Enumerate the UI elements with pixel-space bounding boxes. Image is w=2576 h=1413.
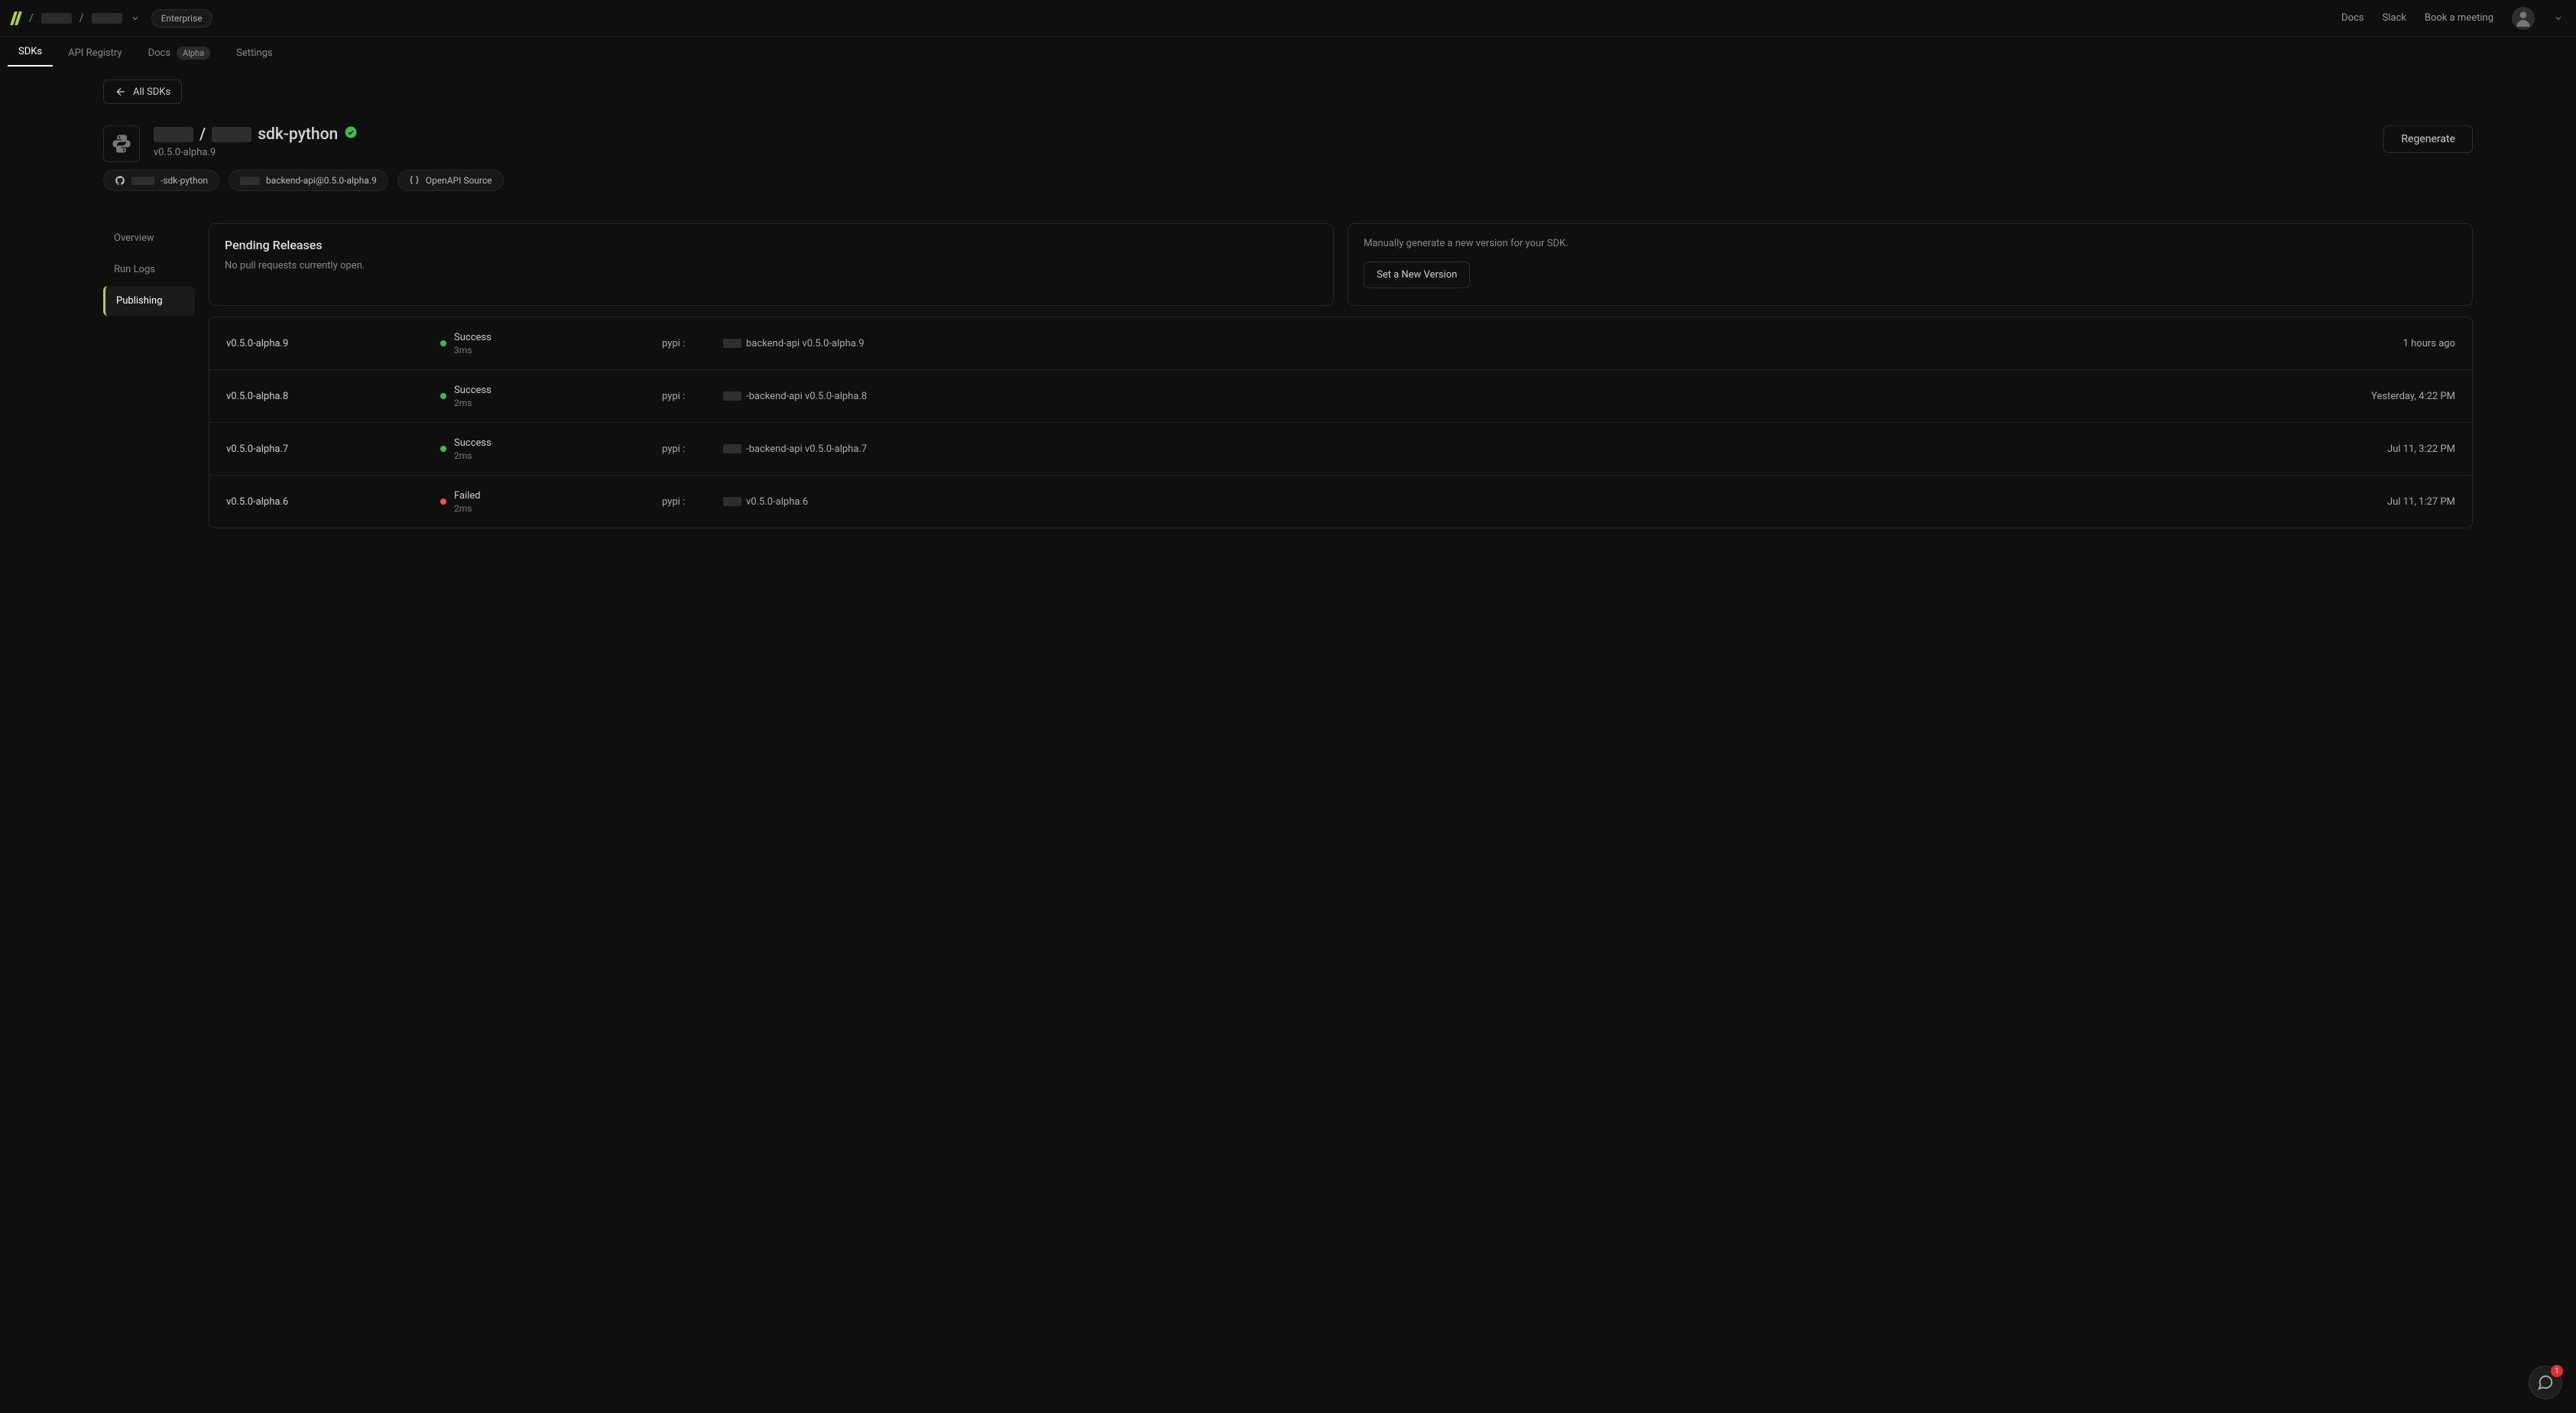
release-status: Success — [454, 385, 492, 396]
breadcrumb-separator: / — [29, 12, 34, 24]
pending-releases-card: Pending Releases No pull requests curren… — [209, 223, 1334, 306]
nav-slack[interactable]: Slack — [2383, 12, 2406, 24]
sidebar-item-run-logs[interactable]: Run Logs — [103, 255, 195, 284]
release-row[interactable]: v0.5.0-alpha.6 Failed 2ms pypi : v0.5.0-… — [209, 476, 2472, 528]
all-sdks-button[interactable]: All SDKs — [103, 80, 182, 104]
sidebar-item-overview[interactable]: Overview — [103, 223, 195, 253]
breadcrumb-project[interactable] — [92, 13, 122, 24]
tab-docs[interactable]: Docs Alpha — [138, 41, 222, 66]
chat-icon — [2537, 1374, 2554, 1391]
breadcrumb: / / — [29, 12, 141, 24]
avatar[interactable] — [2512, 7, 2535, 30]
tab-docs-label: Docs — [148, 47, 170, 59]
topbar-right: Docs Slack Book a meeting — [2341, 7, 2564, 30]
tab-settings[interactable]: Settings — [225, 41, 283, 65]
release-row[interactable]: v0.5.0-alpha.9 Success 3ms pypi : backen… — [209, 317, 2472, 370]
regenerate-button[interactable]: Regenerate — [2383, 125, 2473, 153]
release-duration: 2ms — [454, 503, 481, 514]
user-menu-chevron-icon[interactable] — [2553, 13, 2564, 24]
release-registry: pypi : — [662, 391, 723, 402]
release-duration: 2ms — [454, 450, 492, 461]
status-dot-icon — [440, 446, 446, 452]
release-table: v0.5.0-alpha.9 Success 3ms pypi : backen… — [209, 317, 2473, 528]
release-status: Failed — [454, 490, 481, 502]
release-package: -backend-api v0.5.0-alpha.8 — [746, 391, 867, 402]
tab-api-registry[interactable]: API Registry — [57, 41, 132, 65]
openapi-pill-label: OpenAPI Source — [426, 175, 492, 186]
sdk-name-suffix: sdk-python — [258, 125, 338, 144]
pending-releases-empty: No pull requests currently open. — [225, 260, 1318, 271]
github-pill-suffix: -sdk-python — [161, 175, 208, 186]
release-package: -backend-api v0.5.0-alpha.7 — [746, 443, 867, 455]
release-row[interactable]: v0.5.0-alpha.8 Success 2ms pypi : -backe… — [209, 370, 2472, 423]
alpha-badge: Alpha — [177, 47, 210, 60]
status-dot-icon — [440, 499, 446, 505]
sdk-header: / sdk-python v0.5.0-alpha.9 Regenerate — [0, 104, 2576, 170]
release-version: v0.5.0-alpha.6 — [226, 496, 440, 508]
python-icon — [103, 125, 140, 162]
pill-row: -sdk-python backend-api@0.5.0-alpha.9 Op… — [0, 170, 2576, 205]
chat-badge: 1 — [2551, 1365, 2563, 1377]
status-dot-icon — [440, 393, 446, 399]
arrow-left-icon — [115, 86, 127, 98]
release-registry: pypi : — [662, 496, 723, 508]
release-package: v0.5.0-alpha.6 — [746, 496, 808, 508]
sidebar-item-publishing[interactable]: Publishing — [103, 286, 195, 316]
set-new-version-button[interactable]: Set a New Version — [1364, 261, 1470, 288]
main-tabs: SDKs API Registry Docs Alpha Settings — [0, 37, 2576, 69]
pending-releases-title: Pending Releases — [225, 238, 1318, 252]
verified-icon — [344, 125, 358, 144]
release-version: v0.5.0-alpha.8 — [226, 391, 440, 402]
release-time: Yesterday, 4:22 PM — [2318, 391, 2455, 402]
tab-sdks[interactable]: SDKs — [8, 40, 53, 67]
release-duration: 2ms — [454, 398, 492, 408]
enterprise-badge: Enterprise — [151, 9, 213, 28]
release-time: Jul 11, 3:22 PM — [2318, 443, 2455, 455]
release-status: Success — [454, 332, 492, 343]
backend-pill-suffix: backend-api@0.5.0-alpha.9 — [266, 175, 377, 186]
nav-docs[interactable]: Docs — [2341, 12, 2363, 24]
breadcrumb-separator: / — [79, 12, 84, 24]
breadcrumb-org[interactable] — [41, 13, 72, 24]
release-registry: pypi : — [662, 443, 723, 455]
status-dot-icon — [440, 340, 446, 346]
release-package: backend-api v0.5.0-alpha.9 — [746, 338, 865, 349]
openapi-pill[interactable]: OpenAPI Source — [397, 170, 504, 191]
sdk-title-block: / sdk-python v0.5.0-alpha.9 — [154, 125, 358, 158]
chevron-down-icon[interactable] — [130, 13, 141, 24]
release-registry: pypi : — [662, 338, 723, 349]
braces-icon — [409, 175, 420, 186]
release-time: 1 hours ago — [2318, 338, 2455, 349]
manual-generate-card: Manually generate a new version for your… — [1348, 223, 2473, 306]
github-pill[interactable]: -sdk-python — [103, 170, 219, 191]
all-sdks-label: All SDKs — [133, 86, 170, 98]
sdk-title: / sdk-python — [154, 125, 358, 144]
title-separator: / — [200, 125, 206, 144]
topbar: / / Enterprise Docs Slack Book a meeting — [0, 0, 2576, 37]
release-version: v0.5.0-alpha.7 — [226, 443, 440, 455]
chat-fab[interactable]: 1 — [2529, 1366, 2562, 1399]
release-version: v0.5.0-alpha.9 — [226, 338, 440, 349]
release-duration: 3ms — [454, 345, 492, 356]
backend-pill[interactable]: backend-api@0.5.0-alpha.9 — [229, 170, 388, 191]
release-time: Jul 11, 1:27 PM — [2318, 496, 2455, 508]
manual-generate-text: Manually generate a new version for your… — [1364, 238, 2457, 249]
github-icon — [115, 175, 125, 186]
release-row[interactable]: v0.5.0-alpha.7 Success 2ms pypi : -backe… — [209, 423, 2472, 476]
release-status: Success — [454, 437, 492, 449]
side-nav: Overview Run Logs Publishing — [103, 223, 195, 528]
sdk-version: v0.5.0-alpha.9 — [154, 147, 358, 158]
logo[interactable] — [12, 11, 20, 25]
nav-book-meeting[interactable]: Book a meeting — [2425, 12, 2493, 24]
